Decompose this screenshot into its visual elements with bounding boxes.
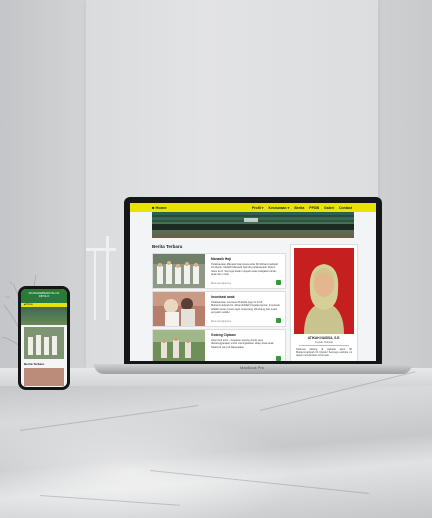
news-title[interactable]: Manasik Haji	[211, 257, 231, 261]
nav-item-contact[interactable]: Contact	[339, 206, 352, 210]
nav-item-galeri[interactable]: Galeri	[324, 206, 334, 210]
nav-menu: Profil ▾ Kesiswaan ▾ Berita PPDB Galeri …	[252, 206, 352, 210]
principal-card: ATIKAH NASISA, S.E. Kepala Sekolah Selam…	[290, 244, 358, 361]
read-more-button[interactable]	[276, 280, 281, 285]
stand-bar-left	[94, 250, 96, 320]
laptop-screen: ■ Home Profil ▾ Kesiswaan ▾ Berita PPDB …	[130, 203, 376, 361]
phone-screen: MI MUHAMMADIYAH 01 DIPOLO ■ Home Berita …	[21, 289, 67, 387]
news-title[interactable]: Imunisasi anak	[211, 295, 235, 299]
news-card[interactable]: Imunisasi anak Pelaksanaan imunisasi Rub…	[152, 291, 286, 327]
marble-counter	[0, 368, 432, 518]
stand-bar-top	[86, 248, 116, 251]
news-thumbnail	[153, 292, 205, 326]
principal-name: ATIKAH NASISA, S.E.	[307, 336, 341, 340]
news-card[interactable]: Manasik Haji Pelaksanaan Manasik Haji si…	[152, 253, 286, 289]
principal-role: Kepala Sekolah	[314, 341, 334, 344]
welcome-text: Selamat datang di website kami MI Muhamm…	[296, 348, 352, 358]
divider	[299, 345, 349, 346]
news-meta[interactable]: Baca selengkapnya	[211, 321, 231, 323]
news-excerpt: Pelaksanaan imunisasi Rubella pagi ini d…	[211, 301, 280, 314]
section-title: Berita Terbaru	[152, 244, 183, 249]
phone-site-name: MI MUHAMMADIYAH 01 DIPOLO	[28, 291, 60, 299]
news-title[interactable]: Gotong Ciptaan	[211, 333, 236, 337]
read-more-button[interactable]	[276, 356, 281, 361]
news-thumbnail	[153, 254, 205, 288]
phone-news-card[interactable]	[24, 368, 64, 386]
nav-item-berita[interactable]: Berita	[294, 206, 304, 210]
phone-hero	[21, 307, 67, 325]
nav-home-link[interactable]: ■ Home	[152, 205, 167, 210]
hero-caption-bar	[152, 224, 354, 230]
top-nav-bar: ■ Home Profil ▾ Kesiswaan ▾ Berita PPDB …	[130, 203, 376, 212]
news-meta[interactable]: Baca selengkapnya	[211, 283, 231, 285]
principal-photo	[294, 248, 354, 334]
nav-item-profil[interactable]: Profil ▾	[252, 206, 264, 210]
news-thumbnail	[153, 330, 205, 361]
phone-section-title: Berita Terbaru	[24, 362, 45, 366]
stand-bar-vertical	[106, 236, 109, 320]
read-more-button[interactable]	[276, 318, 281, 323]
news-excerpt: Alqurrotul ainin - Kegiatan sosting duni…	[211, 339, 274, 349]
news-excerpt: Pelaksanaan Manasik Haji siswa-siswi MI …	[211, 263, 279, 276]
news-card[interactable]: Gotong Ciptaan Alqurrotul ainin - Kegiat…	[152, 329, 286, 361]
phone-news-thumbnail	[24, 327, 64, 359]
hero-logo	[244, 218, 258, 222]
laptop-brand-label: MacBook Pro	[239, 365, 264, 370]
phone-header: MI MUHAMMADIYAH 01 DIPOLO	[21, 289, 67, 303]
hero-banner	[152, 212, 354, 238]
nav-item-kesiswaan[interactable]: Kesiswaan ▾	[269, 206, 290, 210]
nav-item-ppdb[interactable]: PPDB	[309, 206, 319, 210]
